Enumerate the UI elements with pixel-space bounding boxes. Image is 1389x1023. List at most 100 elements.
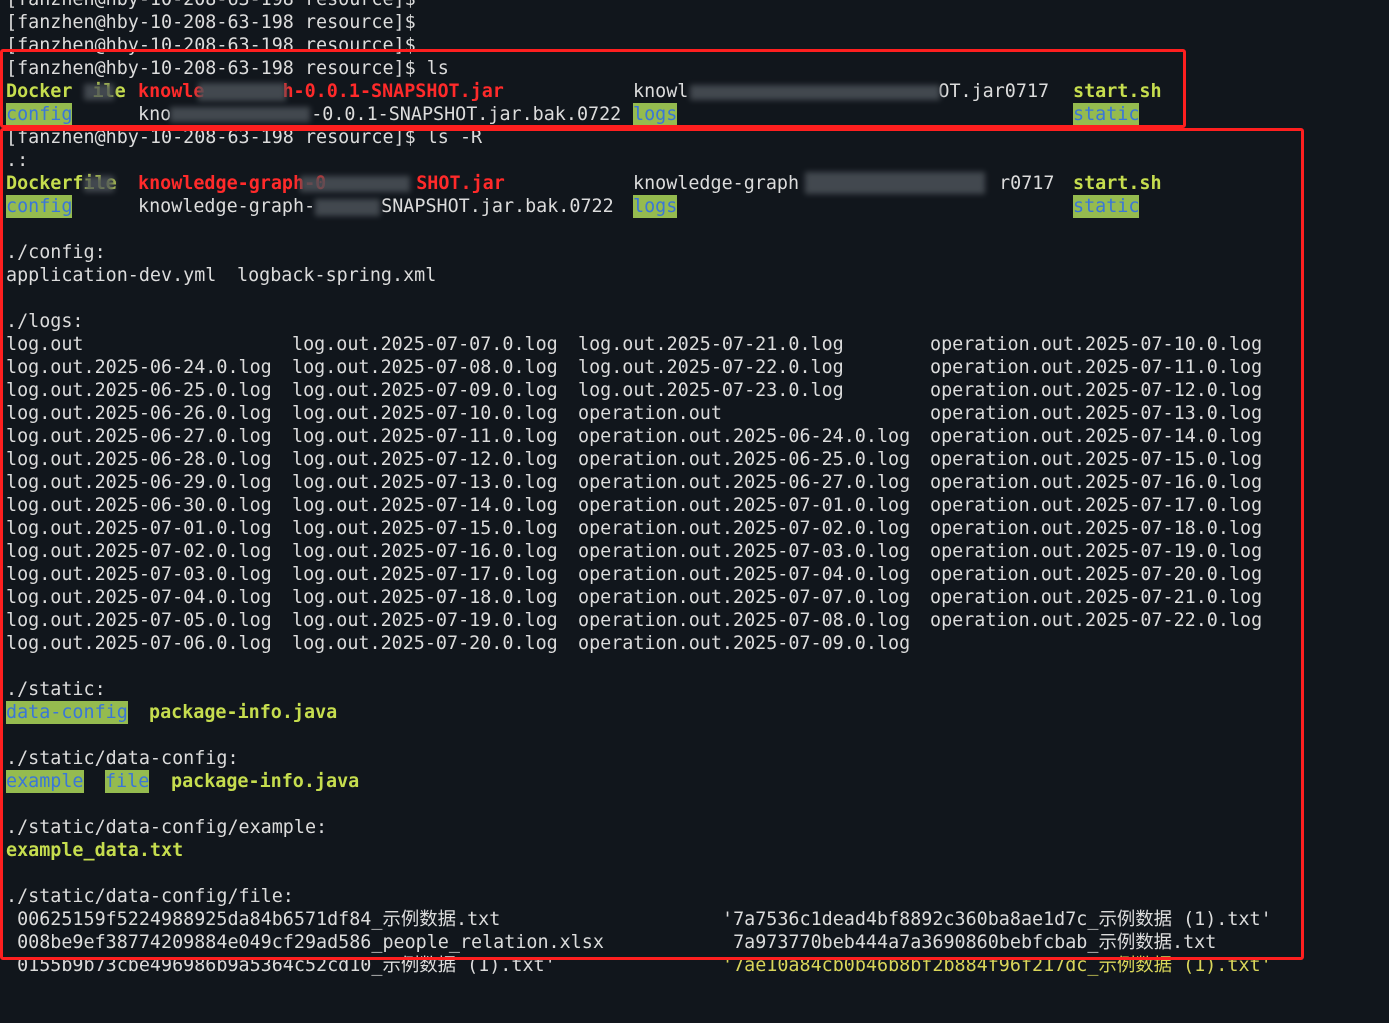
- logs-row: log.out.2025-06-28.0.log log.out.2025-07-…: [6, 448, 1306, 471]
- config-dir-entry: config: [6, 195, 73, 218]
- log-file-entry: operation.out.2025-06-25.0.log: [578, 449, 911, 470]
- data-config-dir-entry: data-config: [6, 701, 128, 724]
- log-file-entry: operation.out.2025-06-24.0.log: [578, 426, 911, 447]
- log-file-entry: log.out.2025-06-26.0.log: [6, 403, 272, 424]
- static-dir-entry: static: [1073, 103, 1140, 126]
- logs-row: log.out.2025-06-30.0.log log.out.2025-07-…: [6, 494, 1306, 517]
- logs-row: log.out.2025-06-25.0.log log.out.2025-07-…: [6, 379, 1306, 402]
- example-file-entry: example_data.txt: [6, 840, 184, 861]
- logs-row: log.out.2025-06-24.0.log log.out.2025-07-…: [6, 356, 1306, 379]
- file-row: 008be9ef38774209884e049cf29ad586_people_…: [6, 931, 1306, 954]
- dir-header: ./static/data-config:: [6, 748, 239, 769]
- log-file-entry: log.out.2025-07-12.0.log: [292, 449, 558, 470]
- log-file-entry: operation.out.2025-07-01.0.log: [578, 495, 911, 516]
- logs-row: log.out.2025-06-26.0.log log.out.2025-07-…: [6, 402, 1306, 425]
- redaction-blur: [315, 199, 380, 216]
- logs-row: log.out.2025-07-02.0.log log.out.2025-07-…: [6, 540, 1306, 563]
- log-file-entry: operation.out.2025-07-13.0.log: [930, 403, 1263, 424]
- logs-row: log.out log.out.2025-07-07.0.log log.out.2…: [6, 333, 1306, 356]
- java-file-entry: package-info.java: [171, 771, 360, 792]
- log-file-entry: operation.out.2025-07-11.0.log: [930, 357, 1263, 378]
- log-file-entry: operation.out.2025-07-08.0.log: [578, 610, 911, 631]
- logs-row: log.out.2025-06-27.0.log log.out.2025-07-…: [6, 425, 1306, 448]
- log-file-entry: log.out.2025-07-19.0.log: [292, 610, 558, 631]
- log-file-entry: operation.out.2025-07-15.0.log: [930, 449, 1263, 470]
- log-file-entry: log.out.2025-07-20.0.log: [292, 633, 558, 654]
- file-entry: logback-spring.xml: [237, 265, 437, 286]
- log-file-entry: log.out.2025-06-27.0.log: [6, 426, 272, 447]
- log-file-entry: operation.out.2025-07-10.0.log: [930, 334, 1263, 355]
- logs-row: log.out.2025-07-06.0.log log.out.2025-07-…: [6, 632, 1306, 655]
- example-dir-entry: example: [6, 770, 84, 793]
- log-file-entry: log.out.2025-07-11.0.log: [292, 426, 558, 447]
- log-file-entry: log.out.2025-06-25.0.log: [6, 380, 272, 401]
- log-file-entry: operation.out.2025-07-17.0.log: [930, 495, 1263, 516]
- prompt-line: [fanzhen@hby-10-208-63-198 resource]$: [6, 12, 416, 33]
- log-file-entry: log.out.2025-07-16.0.log: [292, 541, 558, 562]
- redaction-blur: [300, 176, 410, 192]
- logs-dir-entry: logs: [633, 195, 678, 218]
- jar-file-entry: knowle h-0.0.1-SNAPSHOT.jar: [138, 81, 504, 102]
- log-file-entry: operation.out.2025-07-12.0.log: [930, 380, 1263, 401]
- log-file-entry: operation.out.2025-07-16.0.log: [930, 472, 1263, 493]
- log-file-entry: log.out.2025-07-21.0.log: [578, 334, 844, 355]
- static-dir-entry: static: [1073, 195, 1140, 218]
- log-file-entry: operation.out.2025-07-14.0.log: [930, 426, 1263, 447]
- start-sh-entry: start.sh: [1073, 173, 1162, 194]
- logs-dir-entry: logs: [633, 103, 678, 126]
- log-file-entry: log.out.2025-07-10.0.log: [292, 403, 558, 424]
- log-file-entry: operation.out.2025-07-03.0.log: [578, 541, 911, 562]
- redaction-blur: [198, 83, 286, 101]
- file-row: 0155b9b73cbe496986b9a5364c52cd10_示例数据 (1…: [6, 954, 1306, 977]
- log-file-entry: log.out.2025-07-08.0.log: [292, 357, 558, 378]
- log-file-entry: operation.out.2025-07-22.0.log: [930, 610, 1263, 631]
- log-file-entry: log.out.2025-06-28.0.log: [6, 449, 272, 470]
- log-file-entry: log.out.2025-06-29.0.log: [6, 472, 272, 493]
- log-file-entry: log.out.2025-07-09.0.log: [292, 380, 558, 401]
- dir-header: ./static/data-config/example:: [6, 817, 328, 838]
- file-entry: 7a973770beb444a7a3690860bebfcbab_示例数据.tx…: [722, 932, 1217, 953]
- log-file-entry: operation.out.2025-07-18.0.log: [930, 518, 1263, 539]
- dir-header: ./logs:: [6, 311, 84, 332]
- file-row: 00625159f5224988925da84b6571df84_示例数据.tx…: [6, 908, 1306, 931]
- prompt-line: [fanzhen@hby-10-208-63-198 resource]$: [6, 35, 416, 56]
- redaction-blur: [84, 176, 114, 192]
- ls-output-row: config knowledge-graph- SNAPSHOT.jar.bak.…: [6, 195, 1306, 218]
- dir-header: ./config:: [6, 242, 106, 263]
- file-dir-entry: file: [105, 770, 150, 793]
- redaction-blur: [690, 85, 940, 100]
- log-file-entry: operation.out.2025-07-02.0.log: [578, 518, 911, 539]
- log-file-entry: log.out.2025-07-17.0.log: [292, 564, 558, 585]
- log-file-entry: operation.out.2025-07-19.0.log: [930, 541, 1263, 562]
- log-file-entry: log.out.2025-07-02.0.log: [6, 541, 272, 562]
- log-file-entry: log.out.2025-07-07.0.log: [292, 334, 558, 355]
- log-file-entry: log.out.2025-07-13.0.log: [292, 472, 558, 493]
- logs-row: log.out.2025-07-05.0.log log.out.2025-07-…: [6, 609, 1306, 632]
- command-ls: [fanzhen@hby-10-208-63-198 resource]$ ls: [6, 58, 449, 79]
- log-file-entry: operation.out.2025-07-04.0.log: [578, 564, 911, 585]
- redaction-blur: [805, 172, 985, 194]
- log-file-entry: log.out.2025-07-03.0.log: [6, 564, 272, 585]
- file-entry: '7ae10a84cb0b46b8bf2b884f96f217dc_示例数据 (…: [722, 955, 1272, 976]
- command-ls-r: [fanzhen@hby-10-208-63-198 resource]$ ls…: [6, 127, 483, 148]
- logs-row: log.out.2025-07-04.0.log log.out.2025-07-…: [6, 586, 1306, 609]
- file-entry: 0155b9b73cbe496986b9a5364c52cd10_示例数据 (1…: [6, 955, 556, 976]
- file-entry: 00625159f5224988925da84b6571df84_示例数据.tx…: [6, 909, 501, 930]
- ls-output-row: Dockerfile knowledge-graph-0 SHOT.jar kno…: [6, 172, 1306, 195]
- log-file-entry: operation.out.2025-07-07.0.log: [578, 587, 911, 608]
- log-file-entry: log.out.2025-07-22.0.log: [578, 357, 844, 378]
- file-entry: application-dev.yml: [6, 265, 217, 286]
- java-file-entry: package-info.java: [149, 702, 338, 723]
- log-file-entry: operation.out.2025-07-20.0.log: [930, 564, 1263, 585]
- log-file-entry: log.out: [6, 334, 84, 355]
- log-file-entry: log.out.2025-07-14.0.log: [292, 495, 558, 516]
- dir-header: ./static:: [6, 679, 106, 700]
- file-entry: 008be9ef38774209884e049cf29ad586_people_…: [6, 932, 604, 953]
- log-file-entry: log.out.2025-06-24.0.log: [6, 357, 272, 378]
- log-file-entry: log.out.2025-06-30.0.log: [6, 495, 272, 516]
- log-file-entry: log.out.2025-07-05.0.log: [6, 610, 272, 631]
- config-files-row: application-dev.yml logback-spring.xml: [6, 264, 606, 287]
- log-file-entry: operation.out.2025-06-27.0.log: [578, 472, 911, 493]
- prompt-line: [fanzhen@hby-10-208-63-198 resource]$: [6, 0, 416, 11]
- log-file-entry: log.out.2025-07-01.0.log: [6, 518, 272, 539]
